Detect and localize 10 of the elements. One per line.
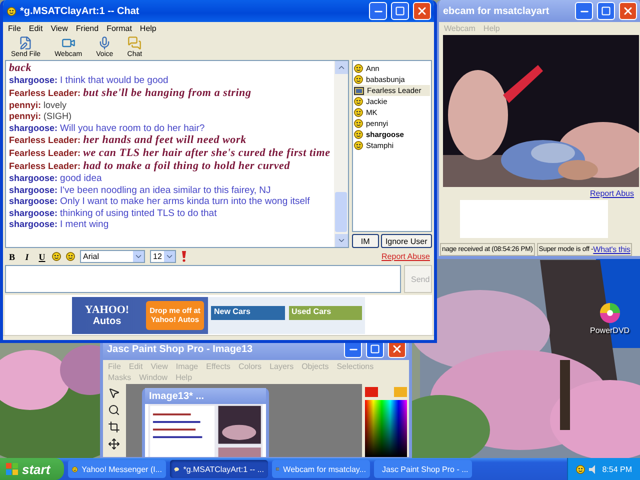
clock: 8:54 PM: [602, 464, 632, 474]
smiley-icon: [576, 464, 586, 474]
taskbar-button[interactable]: Webcam for msatclay...: [272, 460, 370, 478]
taskbar-button[interactable]: *g.MSATClayArt:1 -- ...: [170, 460, 268, 478]
windows-flag-icon: [6, 463, 18, 475]
taskbar-button[interactable]: Yahoo! Messenger (I...: [68, 460, 166, 478]
smiley-icon: [72, 464, 78, 474]
taskbar-button[interactable]: Jasc Paint Shop Pro - ...: [374, 460, 472, 478]
speech-bubble-icon: [174, 464, 180, 474]
webcam-icon: [276, 465, 280, 473]
